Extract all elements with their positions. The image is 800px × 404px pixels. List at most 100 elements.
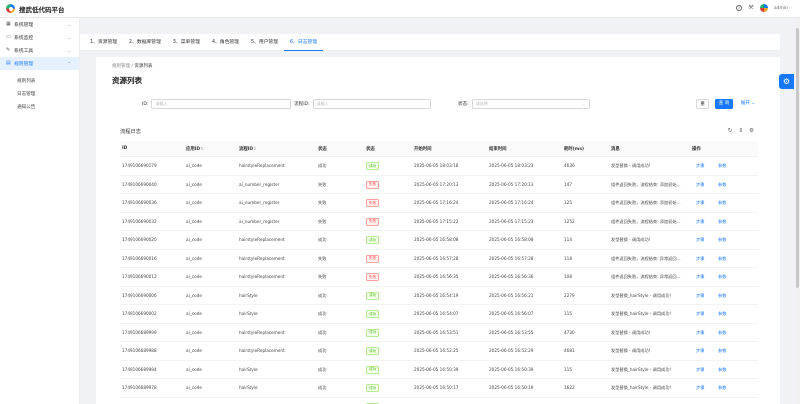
params-link[interactable]: 参数 (718, 311, 726, 317)
cell-app-id: ai_code (186, 311, 202, 316)
col-message: 消息 (611, 147, 620, 152)
params-link[interactable]: 参数 (718, 293, 726, 299)
steps-link[interactable]: 步骤 (696, 163, 704, 169)
sidebar-subitem-rule-list[interactable]: 规则列表 (0, 74, 79, 87)
sidebar-item-tools[interactable]: ✎ 系统工具 ⌄ (0, 44, 79, 57)
avatar[interactable] (759, 4, 768, 12)
status-badge: 成功 (366, 384, 380, 392)
steps-link[interactable]: 步骤 (696, 256, 704, 262)
cell-status: 成功 (318, 237, 327, 242)
status-badge: 成功 (366, 328, 380, 337)
steps-link[interactable]: 步骤 (696, 293, 704, 299)
table-row: 1749106690002 ai_code hairStyle 成功 成功 2025-06… (120, 305, 758, 324)
cell-flow-id: hairstyleReplacement (239, 255, 285, 261)
sidebar-subitem-notice[interactable]: 通知公告 (0, 100, 79, 113)
search-button[interactable]: 查 询 (715, 99, 733, 109)
col-flow-id[interactable]: 流程ID⇅ (239, 146, 257, 152)
params-link[interactable]: 参数 (718, 200, 726, 206)
tab-menu[interactable]: 3、菜单管理 (167, 34, 206, 51)
cell-end-time: 2025-06-05 16:53:55 (489, 329, 534, 335)
sidebar-item-monitor[interactable]: ▭ 系统监控 ⌄ (0, 31, 79, 44)
steps-link[interactable]: 步骤 (696, 200, 704, 206)
col-cost: 耗时(ms) (564, 147, 584, 152)
params-link[interactable]: 参数 (718, 182, 726, 188)
cell-start-time: 2025-06-05 16:57:28 (414, 255, 459, 261)
rules-icon: ▤ (6, 60, 11, 66)
col-end-time: 结束时间 (489, 147, 507, 152)
cell-start-time: 2025-06-05 17:15:22 (414, 218, 459, 224)
steps-link[interactable]: 步骤 (696, 182, 704, 188)
steps-link[interactable]: 步骤 (696, 274, 704, 280)
tab-log[interactable]: 6、日志管理 (284, 34, 324, 51)
status-select[interactable]: 请选择 ⌄ (471, 99, 590, 109)
steps-link[interactable]: 步骤 (696, 330, 704, 336)
steps-link[interactable]: 步骤 (696, 311, 704, 317)
sidebar-subitem-log-manage[interactable]: 日志管理 (0, 87, 79, 100)
wrench-icon: ✎ (6, 47, 11, 53)
reset-button[interactable]: 重 (696, 99, 709, 109)
cell-message: 发型替换 - 调用成功! (611, 237, 651, 242)
steps-link[interactable]: 步骤 (696, 367, 704, 373)
tab-user[interactable]: 5、用户管理 (245, 34, 284, 51)
cell-flow-id: hairstyleReplacement (239, 274, 285, 279)
cell-status: 成功 (318, 163, 327, 168)
params-link[interactable]: 参数 (718, 385, 726, 391)
params-link[interactable]: 参数 (718, 367, 726, 373)
steps-link[interactable]: 步骤 (696, 219, 704, 225)
tab-database[interactable]: 2、数据库管理 (123, 34, 167, 51)
col-actions: 操作 (692, 147, 701, 152)
params-link[interactable]: 参数 (718, 256, 726, 262)
id-input[interactable]: 请输入 (151, 99, 292, 109)
params-link[interactable]: 参数 (718, 219, 726, 225)
column-height-icon[interactable]: ⇕ (738, 128, 743, 134)
sidebar-item-rules[interactable]: ▤ 规则管理 ⌃ (0, 57, 79, 70)
status-badge: 失败 (366, 199, 380, 207)
chevron-up-icon: ⌃ (67, 61, 71, 66)
filter-status-label: 状态: (458, 102, 469, 107)
cell-app-id: ai_code (186, 237, 202, 242)
params-link[interactable]: 参数 (718, 348, 726, 354)
params-link[interactable]: 参数 (718, 237, 726, 243)
tab-resource[interactable]: 1、资源管理 (84, 34, 123, 51)
cell-cost: 147 (564, 181, 572, 187)
cell-message: 发型替换 - 调用成功! (611, 329, 651, 335)
table-body: 1749106690179 ai_code hairstyleReplacement… (120, 157, 758, 404)
tab-role[interactable]: 4、角色管理 (206, 34, 245, 51)
params-link[interactable]: 参数 (718, 330, 726, 336)
steps-link[interactable]: 步骤 (696, 237, 704, 243)
sidebar-item-label: 系统管理 (14, 23, 34, 28)
sort-icon: ⇅ (200, 147, 204, 152)
scrollbar[interactable] (795, 18, 800, 404)
help-icon[interactable]: ? (735, 5, 742, 11)
params-link[interactable]: 参数 (718, 274, 726, 280)
settings-icon[interactable]: ⚙ (749, 128, 754, 134)
username[interactable]: admin (774, 6, 788, 11)
tools-icon[interactable]: ⚒ (748, 5, 754, 11)
status-badge: 失败 (366, 217, 380, 226)
filter-flow-id: 流程ID: 请输入 (294, 99, 431, 109)
cell-flow-id: hairStyle (239, 292, 258, 298)
table-row: 1749106690179 ai_code hairstyleReplacement… (120, 157, 758, 176)
sidebar-item-system[interactable]: ▦ 系统管理 ⌄ (0, 18, 79, 31)
expand-button[interactable]: 展开 ⌄ (738, 99, 758, 109)
status-badge: 失败 (366, 273, 380, 281)
steps-link[interactable]: 步骤 (696, 348, 704, 354)
cell-status: 成功 (318, 366, 327, 372)
scrollbar-thumb[interactable] (796, 28, 799, 288)
status-badge: 成功 (366, 291, 380, 300)
col-start-time: 开始时间 (414, 147, 432, 152)
grid-icon: ▦ (6, 21, 11, 27)
flow-id-input[interactable]: 请输入 (312, 99, 431, 109)
params-link[interactable]: 参数 (718, 163, 726, 169)
breadcrumb-parent[interactable]: 规则管理 (112, 64, 130, 69)
status-badge: 成功 (366, 347, 380, 355)
chevron-down-icon: ⌄ (582, 101, 586, 106)
steps-link[interactable]: 步骤 (696, 385, 704, 391)
settings-float-button[interactable]: ⚙ (779, 74, 794, 89)
status-badge: 失败 (366, 254, 380, 263)
cell-message: 组件返回失败，流程结束: 添加初始... (611, 218, 681, 224)
col-app-id[interactable]: 应用ID⇅ (186, 146, 204, 152)
table-title: 流程日志 (120, 129, 141, 135)
refresh-icon[interactable]: ↻ (728, 128, 733, 134)
cell-id: 1749106689978 (122, 385, 157, 390)
